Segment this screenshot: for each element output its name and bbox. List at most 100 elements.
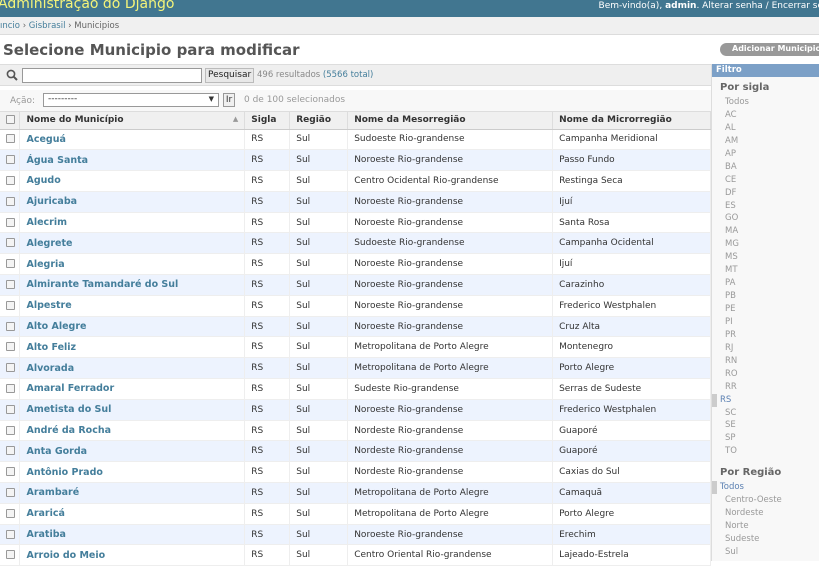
municipio-name-link[interactable]: Arambaré [19, 482, 246, 504]
municipio-name-link[interactable]: Alecrim [19, 212, 246, 234]
row-checkbox[interactable] [6, 487, 15, 497]
filter-sigla-rn[interactable]: RN [712, 355, 819, 368]
municipio-name-link[interactable]: Araricá [19, 503, 246, 525]
row-checkbox[interactable] [6, 425, 15, 435]
municipio-name-link[interactable]: Antônio Prado [19, 461, 246, 484]
filter-sigla-ce[interactable]: CE [712, 174, 819, 187]
municipio-name-link[interactable]: Alto Alegre [19, 316, 246, 338]
filter-sigla-pb[interactable]: PB [712, 290, 819, 303]
filter-sigla-pe[interactable]: PE [712, 303, 819, 316]
column-header-nome[interactable]: Nome do Município ▲ [19, 112, 246, 130]
row-checkbox[interactable] [6, 279, 15, 289]
filter-sigla-rj[interactable]: RJ [712, 342, 819, 355]
row-checkbox[interactable] [6, 467, 15, 477]
filter-sigla-ro[interactable]: RO [712, 368, 819, 381]
regiao-cell: Sul [289, 149, 349, 172]
go-button[interactable]: Ir [223, 93, 235, 107]
municipio-name-link[interactable]: Alto Feliz [19, 336, 246, 359]
filter-sigla-es[interactable]: ES [712, 200, 819, 213]
column-header-sigla[interactable]: Sigla [244, 112, 291, 130]
sort-arrow-icon[interactable]: ▲ [233, 115, 238, 123]
filter-sigla-ac[interactable]: AC [712, 109, 819, 122]
user-links[interactable]: . Alterar senha / Encerrar se [696, 1, 819, 11]
row-checkbox[interactable] [6, 342, 15, 352]
filter-regiao-sul[interactable]: Sul [712, 546, 819, 559]
site-name[interactable]: Administração do Django [0, 0, 174, 12]
breadcrumb-app[interactable]: Gisbrasil [29, 21, 66, 31]
filter-regiao-nordeste[interactable]: Nordeste [712, 507, 819, 520]
municipio-name-link[interactable]: Ajuricaba [19, 191, 246, 213]
row-checkbox[interactable] [6, 446, 15, 456]
filter-regiao-todos[interactable]: Todos [712, 481, 819, 495]
row-checkbox[interactable] [6, 300, 15, 310]
column-header-mesorregiao[interactable]: Nome da Mesorregião [347, 112, 554, 130]
regiao-cell: Sul [289, 503, 349, 525]
table-row: Alpestre RS Sul Noroeste Rio-grandense Frede… [0, 295, 711, 317]
row-checkbox[interactable] [6, 175, 15, 185]
row-checkbox[interactable] [6, 363, 15, 373]
filter-regiao-norte[interactable]: Norte [712, 520, 819, 533]
user-tools: Bem-vindo(a), admin. Alterar senha / Enc… [599, 1, 819, 11]
filter-sigla-rr[interactable]: RR [712, 381, 819, 394]
municipio-name-link[interactable]: Ametista do Sul [19, 399, 246, 421]
row-checkbox[interactable] [6, 134, 15, 144]
filter-regiao-sudeste[interactable]: Sudeste [712, 533, 819, 546]
municipio-name-link[interactable]: Almirante Tamandaré do Sul [19, 274, 246, 296]
row-checkbox[interactable] [6, 259, 15, 269]
row-checkbox[interactable] [6, 508, 15, 518]
mesorregiao-cell: Sudoeste Rio-grandense [347, 232, 554, 255]
filter-sigla-ap[interactable]: AP [712, 148, 819, 161]
column-header-regiao[interactable]: Região [289, 112, 349, 130]
filter-sigla-todos[interactable]: Todos [712, 96, 819, 109]
filter-sigla-pr[interactable]: PR [712, 329, 819, 342]
municipio-name-link[interactable]: Agudo [19, 170, 246, 192]
filter-sigla-al[interactable]: AL [712, 122, 819, 135]
filter-sigla-ma[interactable]: MA [712, 225, 819, 238]
filter-sigla-df[interactable]: DF [712, 187, 819, 200]
municipio-name-link[interactable]: Anta Gorda [19, 440, 246, 463]
column-header-microrregiao[interactable]: Nome da Microrregião [552, 112, 711, 130]
municipio-name-link[interactable]: Amaral Ferrador [19, 378, 246, 400]
filter-sigla-pi[interactable]: PI [712, 316, 819, 329]
row-checkbox[interactable] [6, 404, 15, 414]
filter-sigla-am[interactable]: AM [712, 135, 819, 148]
filter-sigla-mt[interactable]: MT [712, 264, 819, 277]
row-checkbox[interactable] [6, 238, 15, 248]
breadcrumb-home[interactable]: ıncio [0, 21, 20, 31]
municipio-name-link[interactable]: Alegria [19, 253, 246, 276]
mesorregiao-cell: Noroeste Rio-grandense [347, 274, 554, 296]
row-checkbox[interactable] [6, 321, 15, 331]
regiao-cell: Sul [289, 295, 349, 317]
filter-sigla-go[interactable]: GO [712, 212, 819, 225]
municipio-name-link[interactable]: Água Santa [19, 149, 246, 172]
municipio-name-link[interactable]: Arroio do Meio [19, 544, 246, 566]
municipio-name-link[interactable]: Aceguá [19, 129, 246, 151]
filter-sigla-sp[interactable]: SP [712, 432, 819, 445]
filter-sigla-to[interactable]: TO [712, 445, 819, 458]
filter-sigla-sc[interactable]: SC [712, 407, 819, 420]
municipio-name-link[interactable]: Alegrete [19, 232, 246, 255]
filter-sigla-rs[interactable]: RS [712, 393, 819, 407]
filter-regiao-centro-oeste[interactable]: Centro-Oeste [712, 494, 819, 507]
row-checkbox[interactable] [6, 529, 15, 539]
filter-sigla-mg[interactable]: MG [712, 238, 819, 251]
search-input[interactable] [22, 68, 202, 83]
search-button[interactable]: Pesquisar [205, 68, 255, 83]
row-checkbox[interactable] [6, 550, 15, 560]
add-municipio-button[interactable]: Adicionar Municipio [720, 43, 819, 56]
row-checkbox[interactable] [6, 217, 15, 227]
municipio-name-link[interactable]: Alpestre [19, 295, 246, 317]
total-link[interactable]: (5566 total) [323, 70, 373, 80]
select-all-checkbox[interactable] [6, 115, 15, 125]
filter-sigla-se[interactable]: SE [712, 419, 819, 432]
action-select[interactable]: --------- ▼ [43, 93, 219, 107]
municipio-name-link[interactable]: Aratiba [19, 524, 246, 546]
row-checkbox[interactable] [6, 196, 15, 206]
municipio-name-link[interactable]: André da Rocha [19, 420, 246, 442]
row-checkbox[interactable] [6, 383, 15, 393]
filter-sigla-ba[interactable]: BA [712, 161, 819, 174]
row-checkbox[interactable] [6, 155, 15, 165]
filter-sigla-pa[interactable]: PA [712, 277, 819, 290]
municipio-name-link[interactable]: Alvorada [19, 357, 246, 380]
filter-sigla-ms[interactable]: MS [712, 251, 819, 264]
